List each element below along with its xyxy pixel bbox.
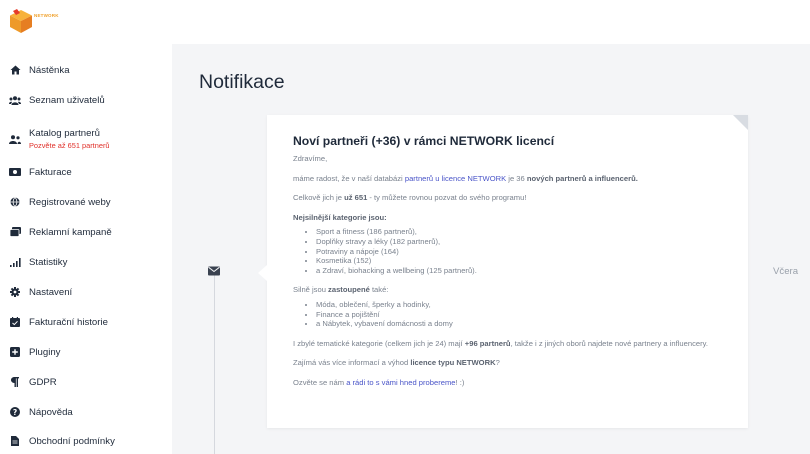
text: je 36 <box>506 173 527 183</box>
sidebar-item-label: Registrované weby <box>29 196 111 208</box>
sidebar-item-napoveda[interactable]: ? Nápověda <box>0 400 172 424</box>
text: máme radost, že v naší databázi <box>293 173 405 183</box>
list-item: Sport a fitness (186 partnerů), <box>316 227 733 237</box>
paragraph-new-partners: máme radost, že v naší databázi partnerů… <box>293 174 733 184</box>
sidebar-item-nastenka[interactable]: Nástěnka <box>0 58 172 82</box>
plus-icon <box>9 346 21 358</box>
also-categories-list: Móda, oblečení, šperky a hodinky, Financ… <box>316 300 733 329</box>
calendar-icon <box>9 316 21 328</box>
sidebar-item-label: Katalog partnerů <box>29 128 100 139</box>
sidebar-item-weby[interactable]: Registrované weby <box>0 190 172 214</box>
text: - ty můžete rovnou pozvat do svého progr… <box>367 193 527 203</box>
list-item: Móda, oblečení, šperky a hodinky, <box>316 300 733 310</box>
money-icon <box>9 166 21 178</box>
signal-icon <box>9 256 21 268</box>
users-icon <box>9 94 21 106</box>
strong-text: nových partnerů a influencerů. <box>526 173 638 183</box>
partners-icon <box>9 133 21 145</box>
card-corner-fold <box>733 115 748 130</box>
campaign-icon <box>9 226 21 238</box>
sidebar-item-label: Reklamní kampaně <box>29 226 112 238</box>
paragraph-more-info: Zajímá vás více informací a výhod licenc… <box>293 358 733 368</box>
sidebar-item-label: Seznam uživatelů <box>29 94 105 106</box>
text: ! :) <box>455 377 465 387</box>
paragraph-remaining: I zbylé tematické kategorie (celkem jich… <box>293 339 733 349</box>
text: ? <box>495 358 500 368</box>
contact-link[interactable]: a rádi to s vámi hned probereme <box>346 378 455 387</box>
list-item: a Nábytek, vybavení domácnosti a domy <box>316 319 733 329</box>
sidebar-item-label: GDPR <box>29 376 57 388</box>
notification-title: Noví partneři (+36) v rámci NETWORK lice… <box>293 134 555 148</box>
main-content: Notifikace Včera Noví partneři (+36) v r… <box>172 44 810 454</box>
sidebar-item-kampane[interactable]: Reklamní kampaně <box>0 220 172 244</box>
text: Zajímá vás více informací a výhod <box>293 358 411 368</box>
strong-text: licence typu NETWORK <box>410 358 496 368</box>
list-item: Potraviny a nápoje (164) <box>316 247 733 257</box>
paragraph-total: Celkově jich je už 651 - ty můžete rovno… <box>293 193 733 203</box>
logo-cube-icon <box>10 9 32 33</box>
text: Celkově jich je <box>293 193 345 203</box>
sidebar-item-nastaveni[interactable]: Nastavení <box>0 280 172 304</box>
list-item: Doplňky stravy a léky (182 partnerů), <box>316 237 733 247</box>
sidebar-item-label: Nápověda <box>29 406 73 418</box>
greeting: Zdravíme, <box>293 154 328 163</box>
text: , takže i z jiných oborů najdete nové pa… <box>510 338 708 348</box>
sidebar-item-pluginy[interactable]: Pluginy <box>0 340 172 364</box>
page-title: Notifikace <box>199 71 285 93</box>
sidebar-item-fakturace[interactable]: Fakturace <box>0 160 172 184</box>
sidebar: Nástěnka Seznam uživatelů Katalog partne… <box>0 44 172 454</box>
gear-icon <box>9 286 21 298</box>
text: také: <box>369 285 389 295</box>
strongest-categories-list: Sport a fitness (186 partnerů), Doplňky … <box>316 227 733 275</box>
partners-license-link[interactable]: partnerů u licence NETWORK <box>405 174 506 183</box>
partners-invite-note: Pozvěte až 651 partnerů <box>29 141 110 150</box>
sidebar-item-label: Fakturace <box>29 166 72 178</box>
text: Ozvěte se nám <box>293 377 347 387</box>
text: I zbylé tematické kategorie (celkem jich… <box>293 338 465 348</box>
globe-icon <box>9 196 21 208</box>
notification-date: Včera <box>773 266 799 277</box>
sidebar-item-historie[interactable]: Fakturační historie <box>0 310 172 334</box>
list-item: Finance a pojištění <box>316 310 733 320</box>
notification-card: Noví partneři (+36) v rámci NETWORK lice… <box>258 115 748 428</box>
paragraph-icon <box>9 376 21 388</box>
paragraph-also: Silně jsou zastoupené také: <box>293 285 733 295</box>
top-bar: NETWORK <box>0 0 810 44</box>
paragraph-contact: Ozvěte se nám a rádi to s vámi hned prob… <box>293 378 733 388</box>
strong-text: +96 partnerů <box>464 338 511 348</box>
sidebar-item-gdpr[interactable]: GDPR <box>0 370 172 394</box>
sidebar-item-label: Fakturační historie <box>29 316 108 328</box>
home-icon <box>9 64 21 76</box>
sidebar-item-podminky[interactable]: Obchodní podmínky <box>0 429 172 453</box>
sidebar-item-label: Statistiky <box>29 256 68 268</box>
strongest-categories-heading: Nejsilnější kategorie jsou: <box>293 212 387 222</box>
list-item: Kosmetika (152) <box>316 256 733 266</box>
logo-text: NETWORK <box>34 13 59 18</box>
envelope-icon <box>208 266 220 276</box>
sidebar-item-label: Obchodní podmínky <box>29 435 115 447</box>
svg-text:?: ? <box>13 408 17 417</box>
notification-body: Noví partneři (+36) v rámci NETWORK lice… <box>293 134 733 398</box>
document-icon <box>9 435 21 447</box>
timeline-line <box>214 272 215 454</box>
logo[interactable]: NETWORK <box>8 8 68 34</box>
sidebar-item-uzivatele[interactable]: Seznam uživatelů <box>0 88 172 112</box>
sidebar-item-katalog[interactable]: Katalog partnerů Pozvěte až 651 partnerů <box>0 124 172 154</box>
card-pointer <box>258 265 267 281</box>
sidebar-item-statistiky[interactable]: Statistiky <box>0 250 172 274</box>
strong-text: už 651 <box>344 193 368 203</box>
sidebar-item-label: Nastavení <box>29 286 73 298</box>
help-icon: ? <box>9 406 21 418</box>
list-item: a Zdraví, biohacking a wellbeing (125 pa… <box>316 266 733 276</box>
strong-text: zastoupené <box>328 285 370 295</box>
text: Silně jsou <box>293 285 329 295</box>
sidebar-item-label: Nástěnka <box>29 64 70 76</box>
sidebar-item-label: Pluginy <box>29 346 61 358</box>
